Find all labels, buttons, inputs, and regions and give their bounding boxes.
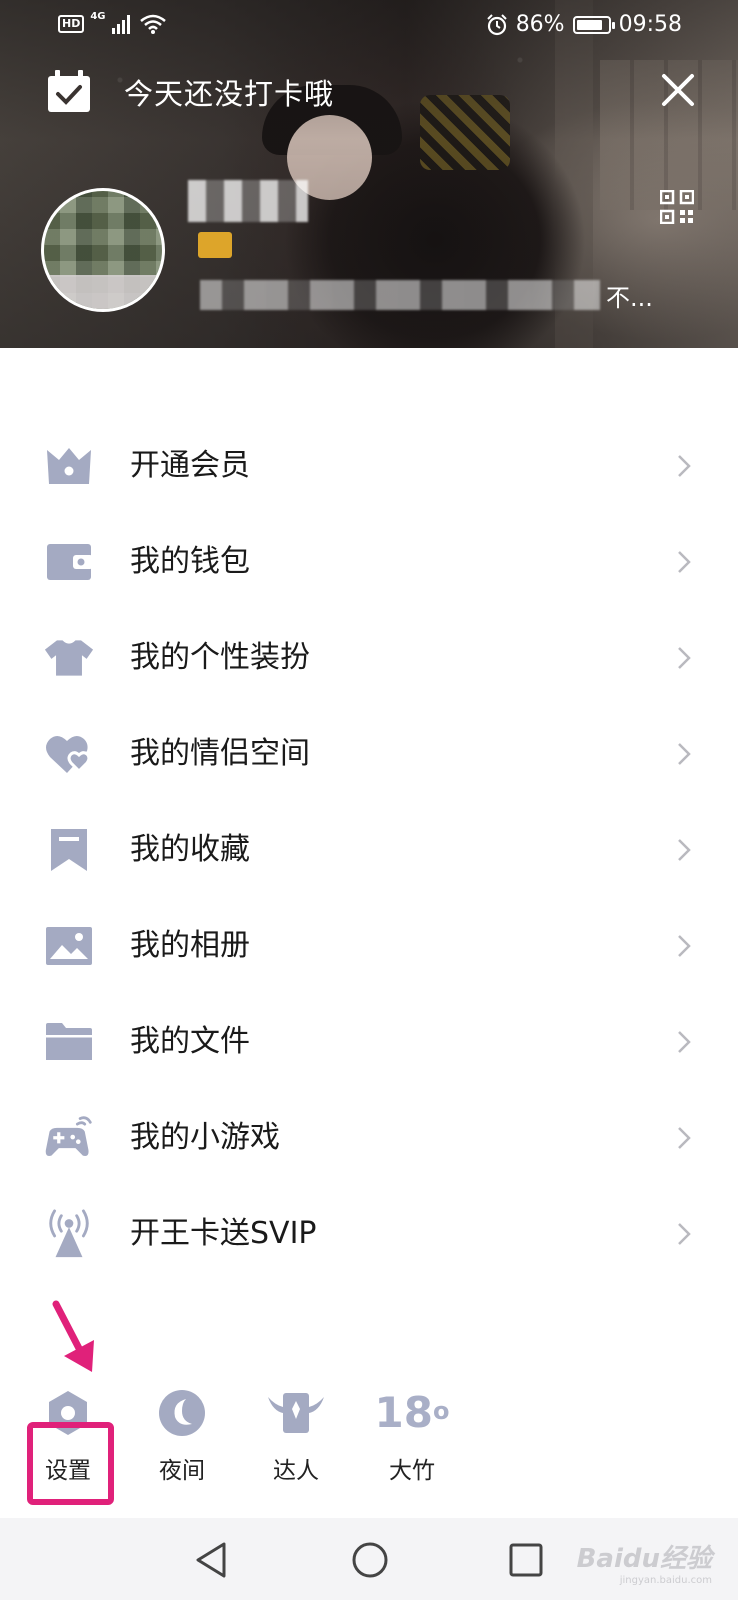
nickname-blurred[interactable]	[188, 180, 308, 222]
chevron-right-icon	[678, 551, 691, 573]
weather-temp: 18o	[362, 1385, 462, 1441]
shirt-icon	[44, 634, 94, 682]
close-icon[interactable]	[658, 70, 698, 110]
menu-item-label: 我的小游戏	[130, 1120, 280, 1155]
menu-item-wallet[interactable]: 我的钱包	[0, 514, 738, 610]
menu-item-label: 我的文件	[130, 1024, 250, 1059]
menu-item-dressup[interactable]: 我的个性装扮	[0, 610, 738, 706]
hearts-icon	[44, 730, 94, 778]
night-mode-label: 夜间	[159, 1458, 205, 1484]
expert-button[interactable]: 达人	[246, 1385, 346, 1485]
menu-item-favorites[interactable]: 我的收藏	[0, 802, 738, 898]
wifi-icon	[139, 14, 166, 34]
chevron-right-icon	[678, 1223, 691, 1245]
baidu-watermark: Baidu经验 jingyan.baidu.com	[576, 1544, 712, 1586]
calendar-check-icon	[48, 70, 90, 112]
gamepad-icon	[44, 1114, 94, 1162]
chevron-right-icon	[678, 1031, 691, 1053]
status-right: 86% 09:58	[486, 12, 682, 37]
crown-icon	[44, 442, 94, 490]
weather-temp-unit: o	[432, 1397, 450, 1425]
photo-icon	[44, 922, 94, 970]
profile-header: HD 4G 86% 09:58 今天还没打卡哦 不...	[0, 0, 738, 348]
menu-item-couple-space[interactable]: 我的情侣空间	[0, 706, 738, 802]
battery-percent: 86%	[515, 12, 565, 37]
menu-item-label: 我的情侣空间	[130, 736, 310, 771]
chevron-right-icon	[678, 1127, 691, 1149]
battery-icon	[572, 15, 615, 34]
menu-item-label: 我的收藏	[130, 832, 250, 867]
alarm-icon	[486, 13, 507, 35]
bookmark-icon	[44, 826, 94, 874]
folder-icon	[44, 1018, 94, 1066]
status-bar: HD 4G 86% 09:58	[0, 0, 738, 56]
watermark-sub: jingyan.baidu.com	[619, 1575, 712, 1586]
signature-blurred[interactable]	[200, 280, 600, 310]
moon-icon	[132, 1385, 232, 1441]
menu-item-files[interactable]: 我的文件	[0, 994, 738, 1090]
menu-item-vip[interactable]: 开通会员	[0, 418, 738, 514]
menu-item-label: 我的钱包	[130, 544, 250, 579]
status-left: HD 4G	[58, 10, 166, 34]
recents-icon[interactable]	[504, 1538, 548, 1582]
weather-temp-value: 18o	[374, 1388, 450, 1437]
weather-button[interactable]: 18o 大竹	[362, 1385, 462, 1485]
chevron-right-icon	[678, 647, 691, 669]
qr-code-icon[interactable]	[660, 190, 694, 224]
wallet-icon	[44, 538, 94, 586]
home-icon[interactable]	[348, 1538, 392, 1582]
chevron-right-icon	[678, 743, 691, 765]
menu-item-album[interactable]: 我的相册	[0, 898, 738, 994]
settings-highlight-box	[27, 1422, 114, 1505]
checkin-row[interactable]: 今天还没打卡哦	[46, 70, 334, 114]
clock: 09:58	[618, 12, 682, 37]
menu-item-label: 我的相册	[130, 928, 250, 963]
night-mode-button[interactable]: 夜间	[132, 1385, 232, 1485]
chevron-right-icon	[678, 935, 691, 957]
battery-level	[576, 19, 602, 30]
pointer-arrow-icon	[52, 1300, 94, 1372]
system-nav-bar: Baidu经验 jingyan.baidu.com	[0, 1518, 738, 1600]
winged-badge-icon	[246, 1385, 346, 1441]
chevron-right-icon	[678, 839, 691, 861]
menu-item-label: 开王卡送SVIP	[130, 1216, 317, 1251]
signature-tail: 不...	[606, 284, 653, 312]
menu-item-king-card[interactable]: 开王卡送SVIP	[0, 1186, 738, 1282]
chevron-right-icon	[678, 455, 691, 477]
avatar[interactable]	[41, 188, 165, 312]
network-type: 4G	[90, 10, 106, 22]
menu-item-label: 开通会员	[130, 448, 250, 483]
hd-badge: HD	[58, 15, 85, 33]
weather-city-label: 大竹	[389, 1458, 435, 1484]
expert-label: 达人	[273, 1458, 319, 1484]
avatar-strip	[44, 275, 162, 309]
broadcast-icon	[44, 1209, 94, 1258]
back-icon[interactable]	[190, 1538, 234, 1582]
checkin-text: 今天还没打卡哦	[124, 77, 335, 111]
signal-icon	[111, 15, 130, 34]
menu-item-minigames[interactable]: 我的小游戏	[0, 1090, 738, 1186]
vip-badge[interactable]	[198, 232, 232, 258]
menu-item-label: 我的个性装扮	[130, 640, 310, 675]
